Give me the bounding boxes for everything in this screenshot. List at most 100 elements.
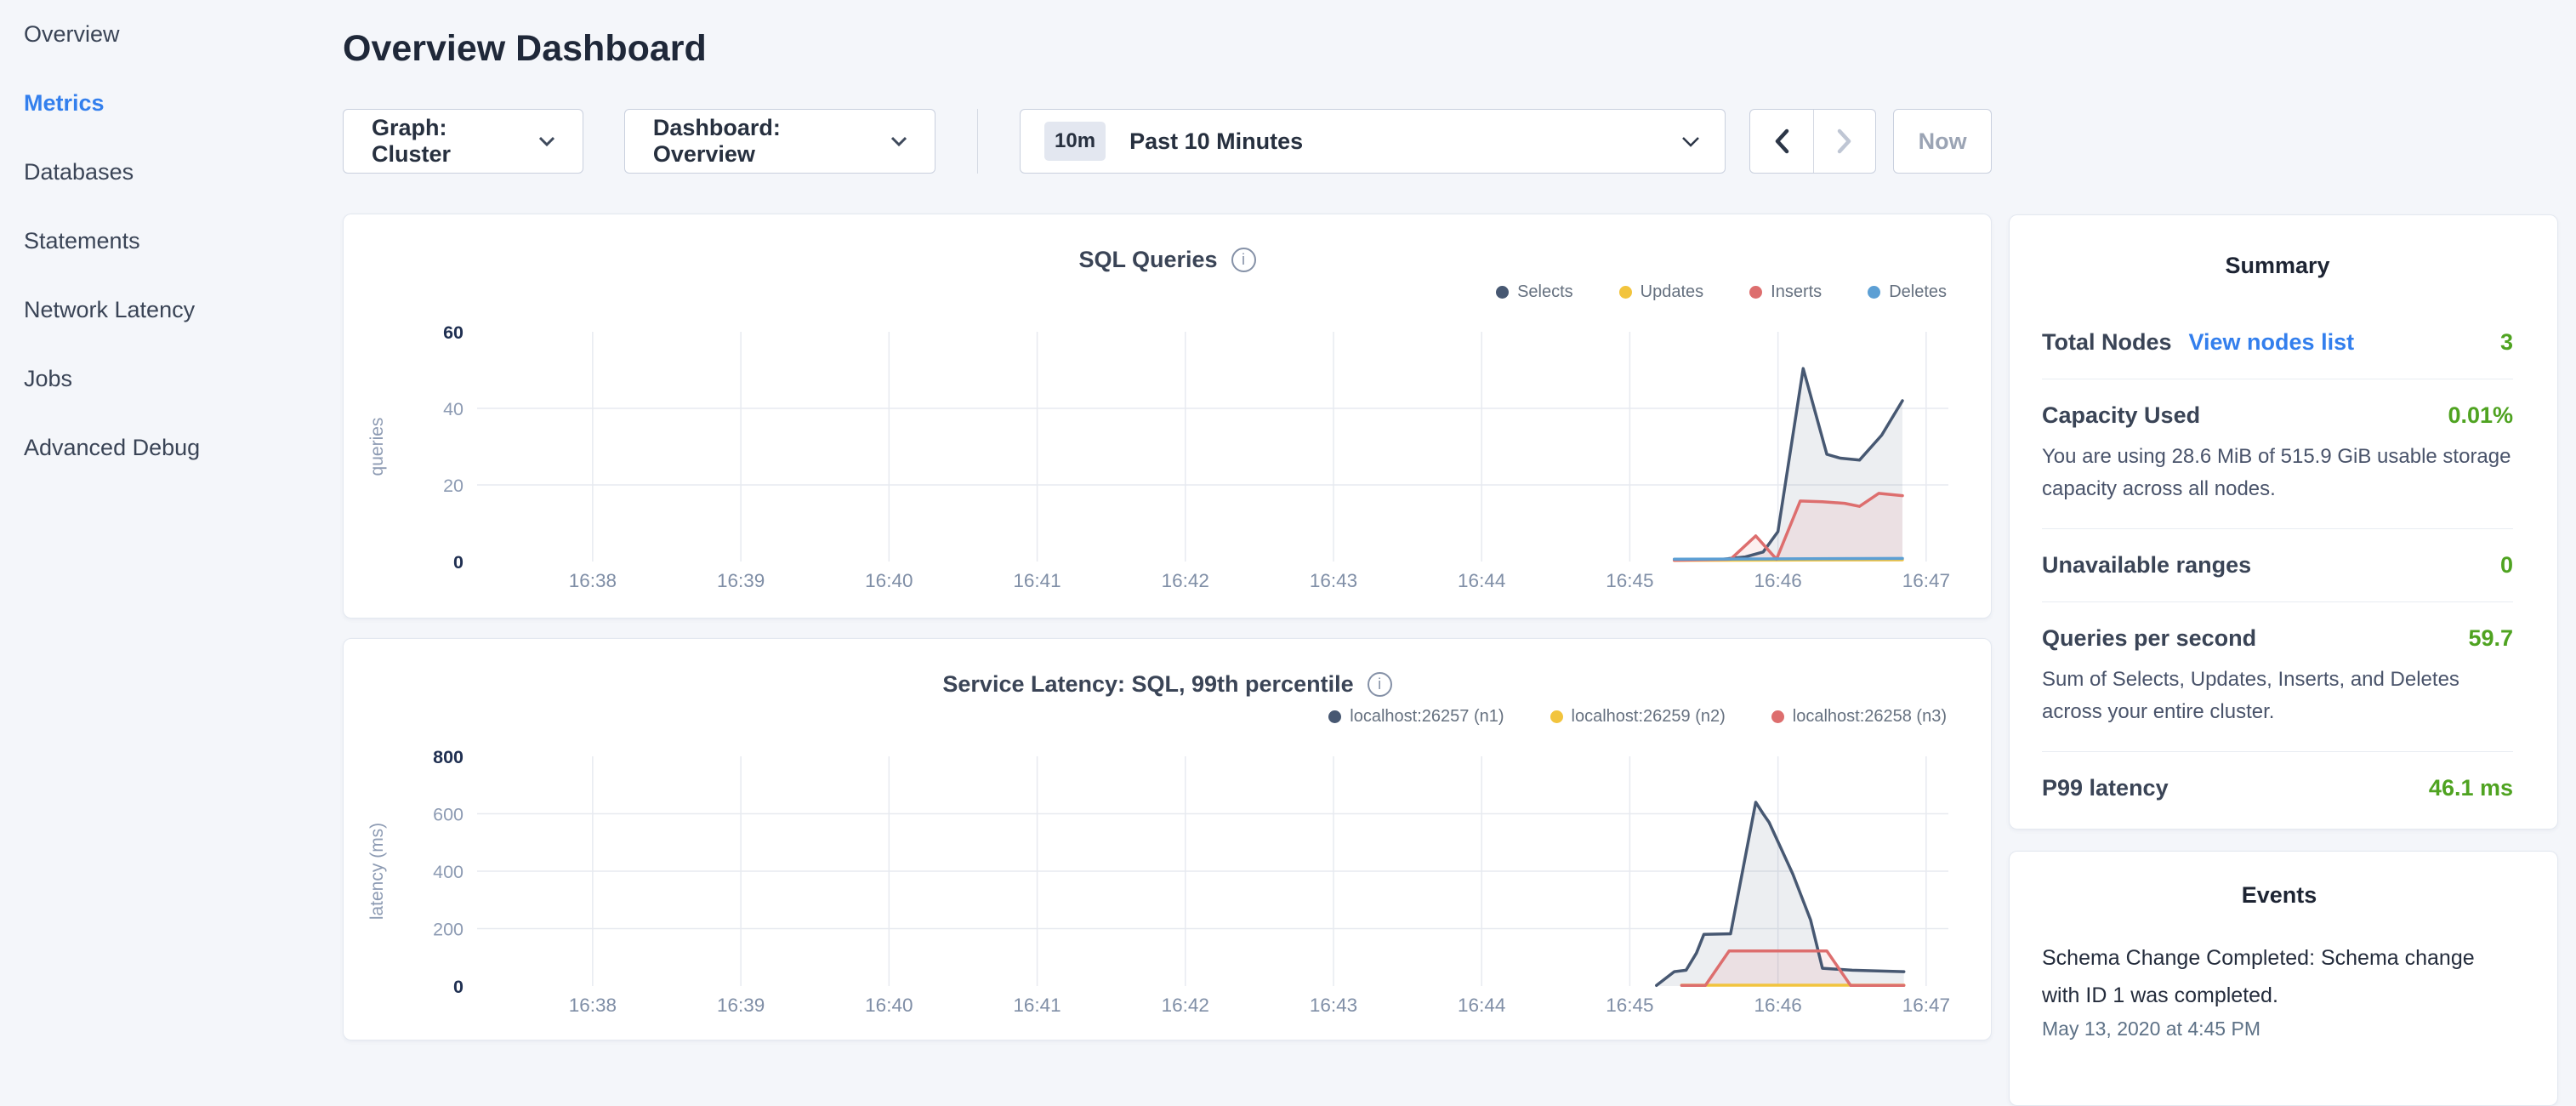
y-tick-label: 200 (433, 920, 463, 940)
y-axis-label: queries (367, 418, 387, 476)
summary-value: 3 (2500, 329, 2513, 356)
x-tick-label: 16:39 (717, 570, 765, 591)
time-window-badge: 10m (1044, 122, 1106, 161)
x-tick-label: 16:39 (717, 995, 765, 1016)
chart-legend: localhost:26257 (n1) localhost:26259 (n2)… (344, 704, 1991, 729)
x-tick-label: 16:40 (865, 995, 913, 1016)
right-sidebar: Summary Total NodesView nodes list3Capac… (2009, 214, 2558, 1052)
x-tick-label: 16:44 (1458, 995, 1505, 1016)
legend-dot (1619, 286, 1632, 299)
summary-description: You are using 28.6 MiB of 515.9 GiB usab… (2042, 441, 2513, 505)
legend-item-localhost-26258-n3: localhost:26258 (n3) (1771, 707, 1947, 727)
legend-label: localhost:26259 (n2) (1572, 707, 1726, 727)
summary-row-p99-latency: P99 latency 46.1 ms (2042, 752, 2513, 824)
legend-item-selects: Selects (1496, 282, 1573, 302)
page-title: Overview Dashboard (343, 28, 1992, 69)
info-icon[interactable]: i (1231, 248, 1256, 272)
chart-title: SQL Queries (1078, 247, 1217, 273)
legend-label: Inserts (1771, 282, 1822, 302)
summary-row-head: Total NodesView nodes list3 (2042, 329, 2513, 356)
sidebar-item-network-latency[interactable]: Network Latency (0, 276, 343, 345)
info-icon[interactable]: i (1368, 672, 1392, 697)
legend-dot (1550, 710, 1563, 723)
y-tick-label: 60 (443, 322, 463, 343)
y-tick-label: 600 (433, 805, 463, 825)
x-tick-label: 16:43 (1310, 995, 1357, 1016)
sidebar-item-databases[interactable]: Databases (0, 138, 343, 207)
x-tick-label: 16:38 (569, 570, 617, 591)
legend-dot (1749, 286, 1762, 299)
summary-value: 46.1 ms (2429, 775, 2513, 801)
legend-label: localhost:26258 (n3) (1793, 707, 1947, 727)
legend-item-localhost-26259-n2: localhost:26259 (n2) (1550, 707, 1726, 727)
summary-label: Capacity Used (2042, 402, 2200, 429)
chart-sql-queries: SQL QueriesiSelectsUpdatesInsertsDeletes… (343, 214, 1992, 619)
event-timestamp: May 13, 2020 at 4:45 PM (2042, 1018, 2516, 1040)
legend-dot (1868, 286, 1880, 299)
sidebar-item-overview[interactable]: Overview (0, 0, 343, 69)
x-tick-label: 16:46 (1754, 570, 1801, 591)
summary-row-head: P99 latency 46.1 ms (2042, 775, 2513, 801)
chart-service-latency: Service Latency: SQL, 99th percentile i lo… (343, 638, 1992, 1040)
chart-plot-area[interactable]: 0200400600800latency (ms)16:3816:3916:40… (344, 731, 1990, 1020)
x-tick-label: 16:41 (1013, 570, 1061, 591)
summary-label: P99 latency (2042, 775, 2169, 801)
graph-scope-dropdown[interactable]: Graph: Cluster (343, 109, 583, 174)
dashboard-controls: Graph: Cluster Dashboard: Overview 10m P… (343, 108, 1992, 174)
summary-row-head: Capacity Used 0.01% (2042, 402, 2513, 429)
sidebar: OverviewMetricsDatabasesStatementsNetwor… (0, 0, 343, 1052)
summary-row-unavailable-ranges: Unavailable ranges 0 (2042, 529, 2513, 602)
x-tick-label: 16:44 (1458, 570, 1505, 591)
next-time-button[interactable] (1813, 110, 1876, 173)
sidebar-item-statements[interactable]: Statements (0, 207, 343, 276)
time-window-dropdown[interactable]: 10m Past 10 Minutes (1020, 109, 1726, 174)
summary-value: 0 (2500, 552, 2513, 579)
summary-value: 0.01% (2448, 402, 2513, 429)
event-text: Schema Change Completed: Schema change w… (2042, 939, 2516, 1014)
controls-divider (977, 109, 978, 174)
sidebar-item-advanced-debug[interactable]: Advanced Debug (0, 413, 343, 482)
y-tick-label: 400 (433, 862, 463, 882)
time-window-label: Past 10 Minutes (1129, 128, 1680, 155)
summary-label: Queries per second (2042, 625, 2256, 652)
legend-item-inserts: Inserts (1749, 282, 1822, 302)
y-tick-label: 20 (443, 476, 463, 496)
chart-legend: SelectsUpdatesInsertsDeletes (344, 279, 1991, 305)
x-tick-label: 16:42 (1162, 570, 1209, 591)
sidebar-item-jobs[interactable]: Jobs (0, 345, 343, 413)
x-tick-label: 16:41 (1013, 995, 1061, 1016)
chart-title-row: SQL Queries i (344, 245, 1991, 274)
chevron-down-icon (537, 135, 554, 147)
legend-dot (1328, 710, 1341, 723)
summary-value: 59.7 (2468, 625, 2513, 652)
now-button[interactable]: Now (1893, 109, 1992, 174)
y-tick-label: 0 (453, 977, 463, 997)
summary-description: Sum of Selects, Updates, Inserts, and De… (2042, 664, 2513, 728)
x-tick-label: 16:38 (569, 995, 617, 1016)
chart-title: Service Latency: SQL, 99th percentile (942, 671, 1353, 698)
y-tick-label: 800 (433, 747, 463, 767)
summary-row-head: Queries per second 59.7 (2042, 625, 2513, 652)
x-tick-label: 16:42 (1162, 995, 1209, 1016)
dashboard-dropdown[interactable]: Dashboard: Overview (624, 109, 935, 174)
x-tick-label: 16:45 (1606, 995, 1653, 1016)
event-item[interactable]: Schema Change Completed: Schema change w… (2042, 939, 2516, 1040)
dashboard-dropdown-label: Dashboard: Overview (653, 115, 871, 168)
main-content: Overview Dashboard Graph: Cluster Dashbo… (343, 0, 1992, 1052)
chart-plot-area[interactable]: 0 20 40 60 queries 16:38 16:39 16:40 16:41 16:42 1… (344, 306, 1990, 596)
y-tick-label: 0 (453, 552, 463, 573)
x-tick-label: 16:47 (1902, 570, 1950, 591)
x-tick-label: 16:40 (865, 570, 913, 591)
charts-column: SQL QueriesiSelectsUpdatesInsertsDeletes… (343, 214, 1992, 1040)
summary-label: Unavailable ranges (2042, 552, 2251, 579)
legend-label: localhost:26257 (n1) (1350, 707, 1504, 727)
legend-item-deletes: Deletes (1868, 282, 1947, 302)
legend-item-localhost-26257-n1: localhost:26257 (n1) (1328, 707, 1504, 727)
events-panel-title: Events (2042, 882, 2516, 909)
sidebar-item-metrics[interactable]: Metrics (0, 69, 343, 138)
view-nodes-list-link[interactable]: View nodes list (2189, 329, 2355, 356)
legend-dot (1496, 286, 1509, 299)
summary-panel-title: Summary (2042, 253, 2513, 279)
y-tick-label: 40 (443, 399, 463, 419)
prev-time-button[interactable] (1750, 110, 1813, 173)
